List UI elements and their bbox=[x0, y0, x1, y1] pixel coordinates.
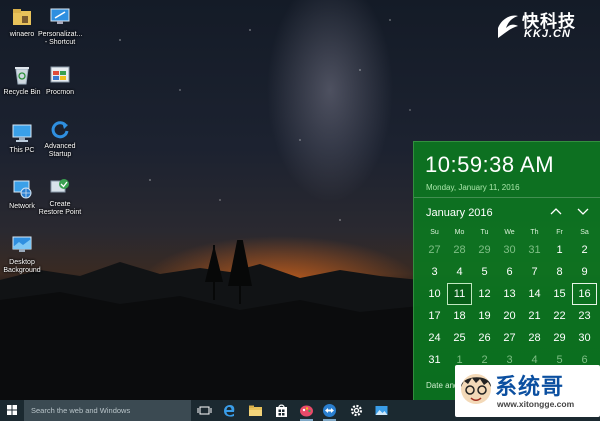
calendar-day[interactable]: 4 bbox=[447, 261, 472, 283]
calendar-day[interactable]: 8 bbox=[547, 261, 572, 283]
watermark-logo: 快科技 KKJ.CN bbox=[496, 6, 596, 46]
weekday-label: Mo bbox=[454, 229, 465, 236]
calendar-day[interactable]: 6 bbox=[497, 261, 522, 283]
desktop-icon-label: Advanced Startup bbox=[44, 143, 76, 158]
desktop-icon-advanced-startup[interactable]: Advanced Startup bbox=[38, 118, 82, 159]
calendar-grid: Su Mo Tu We Th Fr Sa 27 28 29 30 31 1 2 … bbox=[422, 226, 598, 371]
desktop-icon-label: Create Restore Point bbox=[38, 201, 82, 216]
folder-icon bbox=[13, 9, 31, 25]
desktop-background-icon bbox=[12, 236, 32, 252]
paint-icon[interactable] bbox=[299, 403, 314, 418]
weekday-label: Tu bbox=[480, 229, 489, 236]
weekday-label: Su bbox=[430, 229, 439, 236]
calendar-week-row: 17 18 19 20 21 22 23 bbox=[422, 305, 598, 327]
calendar-day[interactable]: 3 bbox=[422, 261, 447, 283]
next-month-arrow-icon[interactable] bbox=[576, 205, 590, 217]
calendar-day[interactable]: 28 bbox=[522, 327, 547, 349]
calendar-day[interactable]: 13 bbox=[497, 283, 522, 305]
clock-time: 10:59:38 AM bbox=[425, 152, 555, 177]
calendar-day[interactable]: 20 bbox=[497, 305, 522, 327]
bird-logo-icon bbox=[498, 15, 518, 38]
desktop-icon-label: Procmon bbox=[45, 89, 74, 96]
photos-icon[interactable] bbox=[374, 403, 389, 418]
calendar-day[interactable]: 19 bbox=[472, 305, 497, 327]
calendar-day[interactable]: 29 bbox=[472, 239, 497, 261]
teamviewer-icon[interactable] bbox=[322, 403, 337, 418]
calendar-day[interactable]: 23 bbox=[572, 305, 597, 327]
calendar-day[interactable]: 27 bbox=[497, 327, 522, 349]
flyout-divider bbox=[414, 197, 600, 198]
calendar-day[interactable]: 11 bbox=[447, 283, 472, 305]
calendar-day[interactable]: 24 bbox=[422, 327, 447, 349]
personalization-icon bbox=[50, 8, 70, 24]
network-icon bbox=[13, 180, 32, 199]
desktop-icon-label: Network bbox=[9, 203, 35, 210]
calendar-day[interactable]: 17 bbox=[422, 305, 447, 327]
desktop-icon-label: This PC bbox=[9, 147, 35, 154]
calendar-day[interactable]: 16 bbox=[572, 283, 597, 305]
avatar-mascot-icon bbox=[461, 374, 491, 404]
calendar-day[interactable]: 1 bbox=[547, 239, 572, 261]
calendar-day[interactable]: 25 bbox=[447, 327, 472, 349]
calendar-day[interactable]: 5 bbox=[472, 261, 497, 283]
weekday-label: Sa bbox=[580, 229, 589, 236]
desktop-icon-procmon[interactable]: Procmon bbox=[38, 64, 82, 97]
calendar-week-row: 24 25 26 27 28 29 30 bbox=[422, 327, 598, 349]
calendar-day[interactable]: 7 bbox=[522, 261, 547, 283]
desktop-icon-label: Personalizat... - Shortcut bbox=[38, 31, 83, 46]
calendar-day[interactable]: 27 bbox=[422, 239, 447, 261]
watermark-subtitle: KKJ.CN bbox=[524, 28, 571, 40]
windows-start-button[interactable] bbox=[0, 400, 24, 421]
desktop-icon-personalization-shortcut[interactable]: Personalizat... - Shortcut bbox=[38, 6, 82, 47]
badge-url: www.xitongge.com bbox=[497, 399, 575, 409]
procmon-icon bbox=[50, 66, 70, 83]
settings-gear-icon[interactable] bbox=[349, 403, 364, 418]
calendar-day[interactable]: 28 bbox=[447, 239, 472, 261]
xitongge-badge: 系统哥 www.xitongge.com bbox=[455, 365, 600, 417]
calendar-day[interactable]: 30 bbox=[572, 327, 597, 349]
calendar-day[interactable]: 10 bbox=[422, 283, 447, 305]
edge-icon[interactable] bbox=[222, 403, 237, 418]
desktop-icon-label: winaero bbox=[9, 31, 35, 38]
calendar-day[interactable]: 21 bbox=[522, 305, 547, 327]
restore-point-icon bbox=[50, 179, 69, 193]
refresh-icon bbox=[51, 121, 69, 139]
weekday-label: Fr bbox=[556, 229, 563, 236]
date-time-settings-link[interactable]: Date and bbox=[426, 381, 458, 390]
taskbar-search-box[interactable]: Search the web and Windows bbox=[24, 400, 191, 421]
previous-month-arrow-icon[interactable] bbox=[549, 205, 563, 217]
calendar-week-row: 10 11 12 13 14 15 16 bbox=[422, 283, 598, 305]
calendar-day[interactable]: 31 bbox=[422, 349, 447, 371]
desktop-icon-label: Desktop Background bbox=[3, 259, 41, 274]
calendar-day[interactable]: 22 bbox=[547, 305, 572, 327]
weekday-label: We bbox=[504, 229, 515, 236]
calendar-day[interactable]: 30 bbox=[497, 239, 522, 261]
calendar-day[interactable]: 2 bbox=[572, 239, 597, 261]
calendar-month-label[interactable]: January 2016 bbox=[426, 207, 493, 219]
recycle-bin-icon bbox=[15, 67, 29, 85]
desktop-icon-desktop-background[interactable]: Desktop Background bbox=[0, 234, 44, 275]
desktop-icon-label: Recycle Bin bbox=[3, 89, 41, 96]
calendar-week-row: 27 28 29 30 31 1 2 bbox=[422, 239, 598, 261]
clock-date-link[interactable]: Monday, January 11, 2016 bbox=[426, 183, 520, 192]
file-explorer-icon[interactable] bbox=[248, 403, 263, 418]
computer-icon bbox=[12, 124, 32, 142]
calendar-weekday-row: Su Mo Tu We Th Fr Sa bbox=[422, 226, 598, 239]
task-view-icon[interactable] bbox=[197, 403, 212, 418]
calendar-day[interactable]: 18 bbox=[447, 305, 472, 327]
weekday-label: Th bbox=[530, 229, 539, 236]
clock-flyout: 10:59:38 AM Monday, January 11, 2016 Jan… bbox=[413, 141, 600, 401]
calendar-day[interactable]: 12 bbox=[472, 283, 497, 305]
calendar-day[interactable]: 15 bbox=[547, 283, 572, 305]
calendar-day[interactable]: 29 bbox=[547, 327, 572, 349]
calendar-day[interactable]: 14 bbox=[522, 283, 547, 305]
calendar-day[interactable]: 31 bbox=[522, 239, 547, 261]
calendar-day[interactable]: 9 bbox=[572, 261, 597, 283]
desktop-icon-create-restore-point[interactable]: Create Restore Point bbox=[38, 176, 82, 217]
badge-title: 系统哥 bbox=[495, 375, 565, 400]
calendar-week-row: 3 4 5 6 7 8 9 bbox=[422, 261, 598, 283]
calendar-day[interactable]: 26 bbox=[472, 327, 497, 349]
store-icon[interactable] bbox=[274, 403, 289, 418]
